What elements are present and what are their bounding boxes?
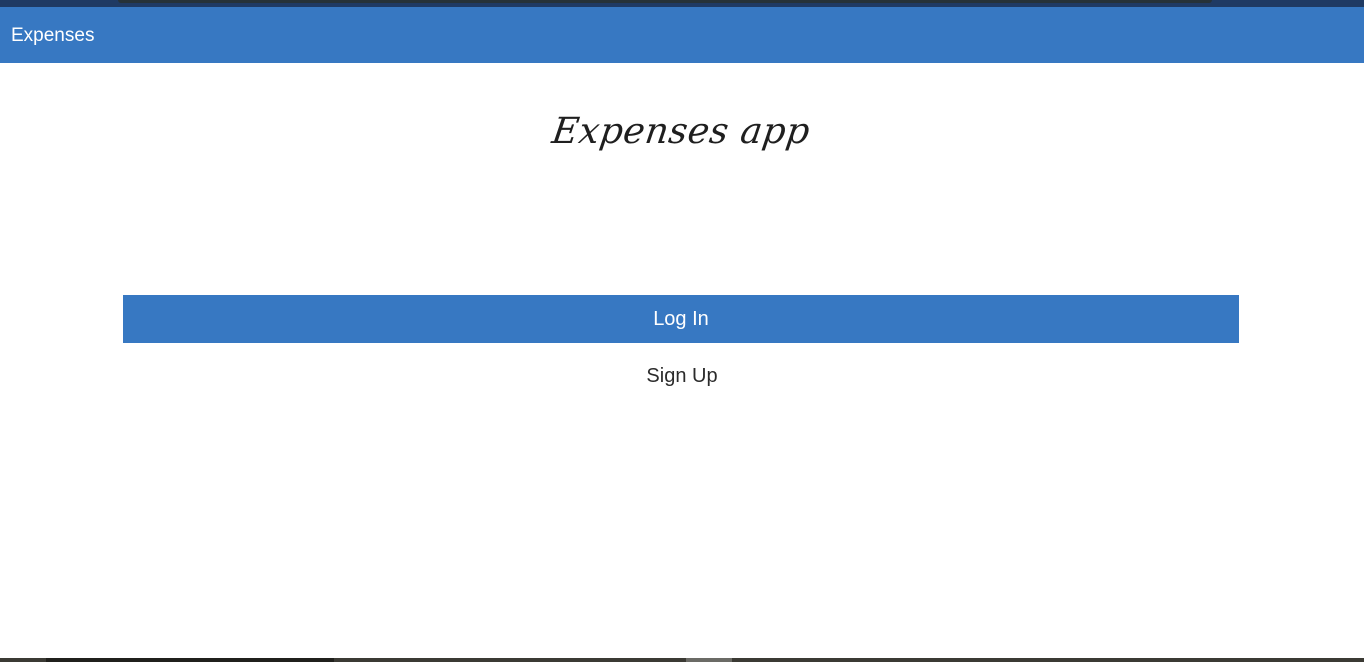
app-heading: Expenses app — [549, 111, 813, 152]
window-top-chrome — [0, 0, 1364, 7]
window-top-chrome-tab — [118, 0, 1212, 3]
login-button[interactable]: Log In — [123, 295, 1239, 343]
signup-link-container: Sign Up — [0, 362, 1364, 390]
app-bar-title: Expenses — [11, 25, 95, 46]
taskbar-segment — [686, 658, 732, 662]
taskbar-segment — [46, 658, 334, 662]
app-bar: Expenses — [0, 7, 1364, 63]
signup-link[interactable]: Sign Up — [646, 365, 717, 387]
taskbar-strip — [0, 658, 1364, 662]
